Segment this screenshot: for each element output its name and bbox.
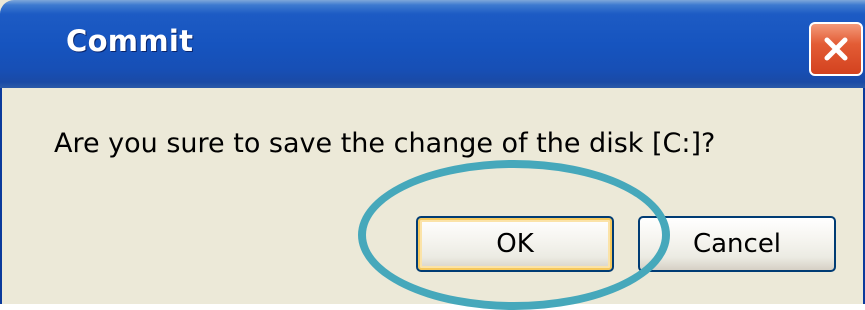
close-icon	[824, 37, 848, 61]
close-button[interactable]	[809, 22, 863, 76]
title-bar[interactable]: Commit	[0, 0, 865, 88]
cancel-button[interactable]: Cancel	[638, 216, 836, 272]
confirmation-message: Are you sure to save the change of the d…	[54, 128, 716, 159]
commit-dialog: Commit Are you sure to save the change o…	[0, 0, 865, 310]
dialog-title: Commit	[66, 24, 194, 58]
dialog-body: Are you sure to save the change of the d…	[0, 88, 865, 304]
ok-button[interactable]: OK	[416, 216, 614, 272]
